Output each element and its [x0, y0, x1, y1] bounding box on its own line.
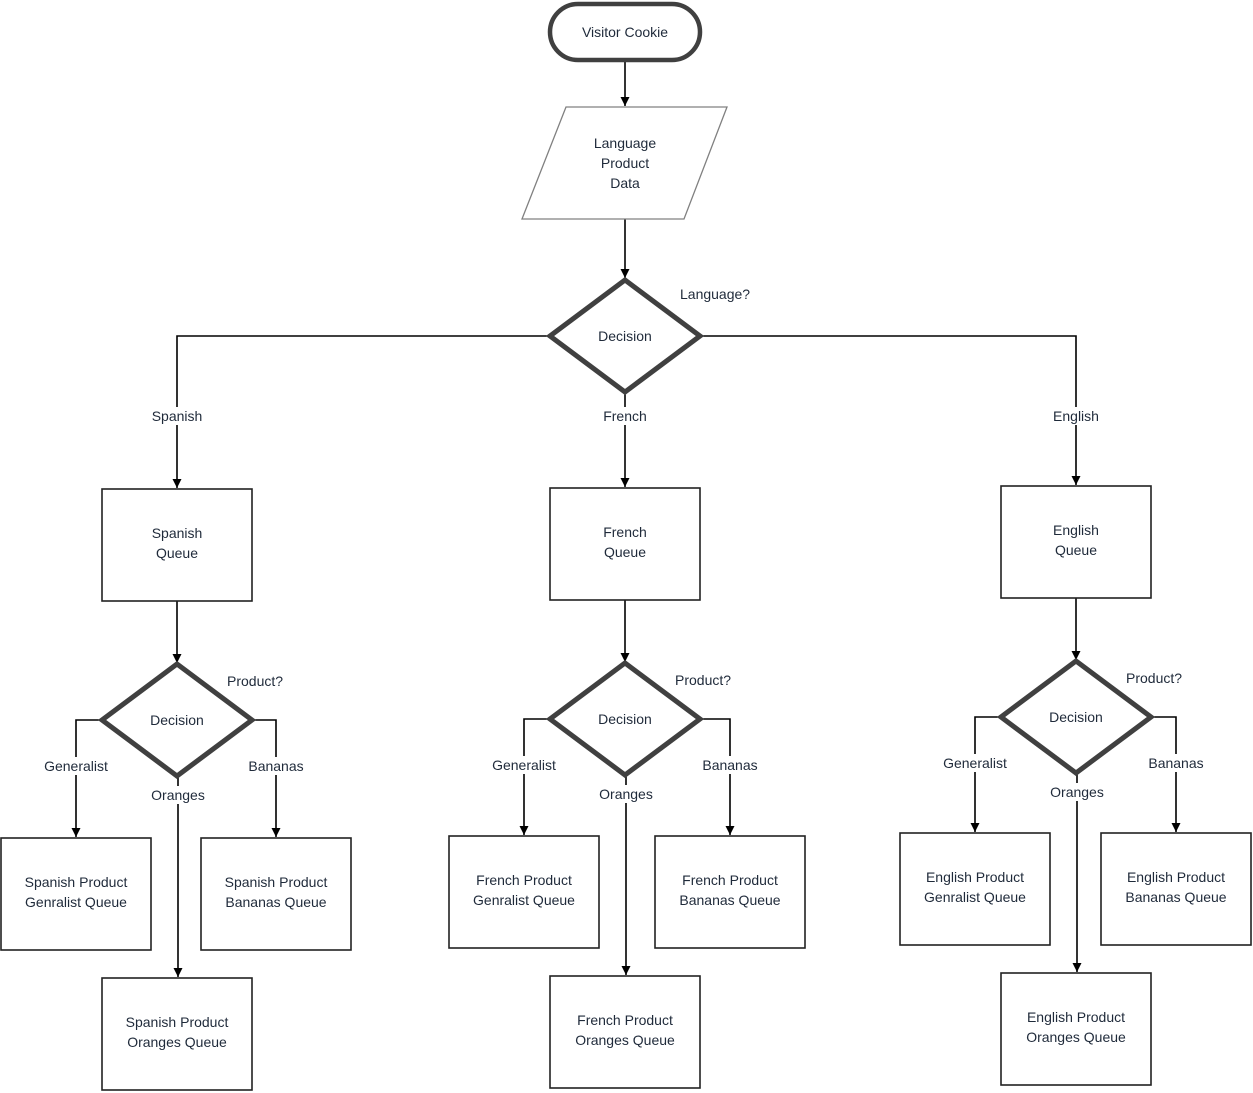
- edge-label-french-oranges-group: Oranges: [596, 785, 656, 803]
- start-label: Visitor Cookie: [582, 24, 668, 40]
- french-bananas-queue-label: Bananas Queue: [679, 892, 780, 908]
- language-question-label: Language?: [680, 286, 750, 302]
- spanish-generalist-queue-label: Genralist Queue: [25, 894, 127, 910]
- edge-label-french-generalist: Generalist: [492, 757, 556, 773]
- spanish-queue-label: Queue: [156, 545, 198, 561]
- french-queue-label: French: [603, 524, 647, 540]
- edge-label-spanish-bananas: Bananas: [248, 758, 303, 774]
- edge-label-spanish-generalist-group: Generalist: [41, 757, 112, 775]
- edge-label-french-generalist-group: Generalist: [489, 756, 560, 774]
- edge-label-spanish-generalist: Generalist: [44, 758, 108, 774]
- edge-label-french-bananas: Bananas: [702, 757, 757, 773]
- edge-language-english: [700, 335, 1081, 485]
- english-product-decision-label: Decision: [1049, 709, 1103, 725]
- edge-label-english-oranges: Oranges: [1050, 784, 1104, 800]
- spanish-generalist-queue-label: Spanish Product: [25, 874, 128, 890]
- edge-english-bananas: [1151, 716, 1181, 832]
- spanish-product-question-label: Product?: [227, 673, 283, 689]
- english-generalist-queue-label: Genralist Queue: [924, 889, 1026, 905]
- english-generalist-queue-label: English Product: [926, 869, 1024, 885]
- french-product-question-label: Product?: [675, 672, 731, 688]
- edge-spanish-generalist: [71, 719, 102, 837]
- input-data-label: Product: [601, 155, 649, 171]
- edge-label-spanish: Spanish: [152, 408, 203, 424]
- english-bananas-queue-label: English Product: [1127, 869, 1225, 885]
- flowchart: Visitor Cookie Language Product Data Decisio…: [0, 1, 1252, 1091]
- french-oranges-queue-label: Oranges Queue: [575, 1032, 675, 1048]
- french-bananas-queue-label: French Product: [682, 872, 778, 888]
- french-oranges-queue-label: French Product: [577, 1012, 673, 1028]
- edge-label-english-group: English: [1050, 407, 1102, 425]
- spanish-bananas-queue-label: Bananas Queue: [225, 894, 326, 910]
- edge-french-bananas: [700, 718, 735, 835]
- edge-label-spanish-bananas-group: Bananas: [245, 757, 307, 775]
- english-oranges-queue-label: Oranges Queue: [1026, 1029, 1126, 1045]
- spanish-oranges-queue-label: Oranges Queue: [127, 1034, 227, 1050]
- edge-label-english-bananas-group: Bananas: [1145, 754, 1207, 772]
- english-product-question-label: Product?: [1126, 670, 1182, 686]
- english-queue-label: Queue: [1055, 542, 1097, 558]
- english-queue-label: English: [1053, 522, 1099, 538]
- edge-label-french-group: French: [600, 407, 650, 425]
- french-product-decision-label: Decision: [598, 711, 652, 727]
- edge-spanish-bananas: [252, 719, 281, 837]
- french-generalist-queue-label: Genralist Queue: [473, 892, 575, 908]
- edge-label-english-generalist-group: Generalist: [940, 754, 1011, 772]
- french-generalist-queue-label: French Product: [476, 872, 572, 888]
- edge-label-spanish-group: Spanish: [148, 407, 206, 425]
- edge-label-french: French: [603, 408, 647, 424]
- edge-label-spanish-oranges-group: Oranges: [148, 786, 208, 804]
- edge-label-english-generalist: Generalist: [943, 755, 1007, 771]
- english-oranges-queue-label: English Product: [1027, 1009, 1125, 1025]
- language-decision-label: Decision: [598, 328, 652, 344]
- edge-english-generalist: [970, 716, 1001, 832]
- edge-label-spanish-oranges: Oranges: [151, 787, 205, 803]
- spanish-oranges-queue-label: Spanish Product: [126, 1014, 229, 1030]
- edge-label-french-oranges: Oranges: [599, 786, 653, 802]
- edge-label-english-bananas: Bananas: [1148, 755, 1203, 771]
- spanish-product-decision-label: Decision: [150, 712, 204, 728]
- input-data-label: Language: [594, 135, 657, 151]
- spanish-queue-label: Spanish: [152, 525, 203, 541]
- edge-french-generalist: [519, 718, 550, 835]
- edge-label-english-oranges-group: Oranges: [1047, 783, 1107, 801]
- spanish-bananas-queue-label: Spanish Product: [225, 874, 328, 890]
- english-bananas-queue-label: Bananas Queue: [1125, 889, 1226, 905]
- input-data-label: Data: [610, 175, 640, 191]
- edge-language-spanish: [172, 335, 550, 488]
- edge-label-french-bananas-group: Bananas: [699, 756, 761, 774]
- french-queue-label: Queue: [604, 544, 646, 560]
- edge-label-english: English: [1053, 408, 1099, 424]
